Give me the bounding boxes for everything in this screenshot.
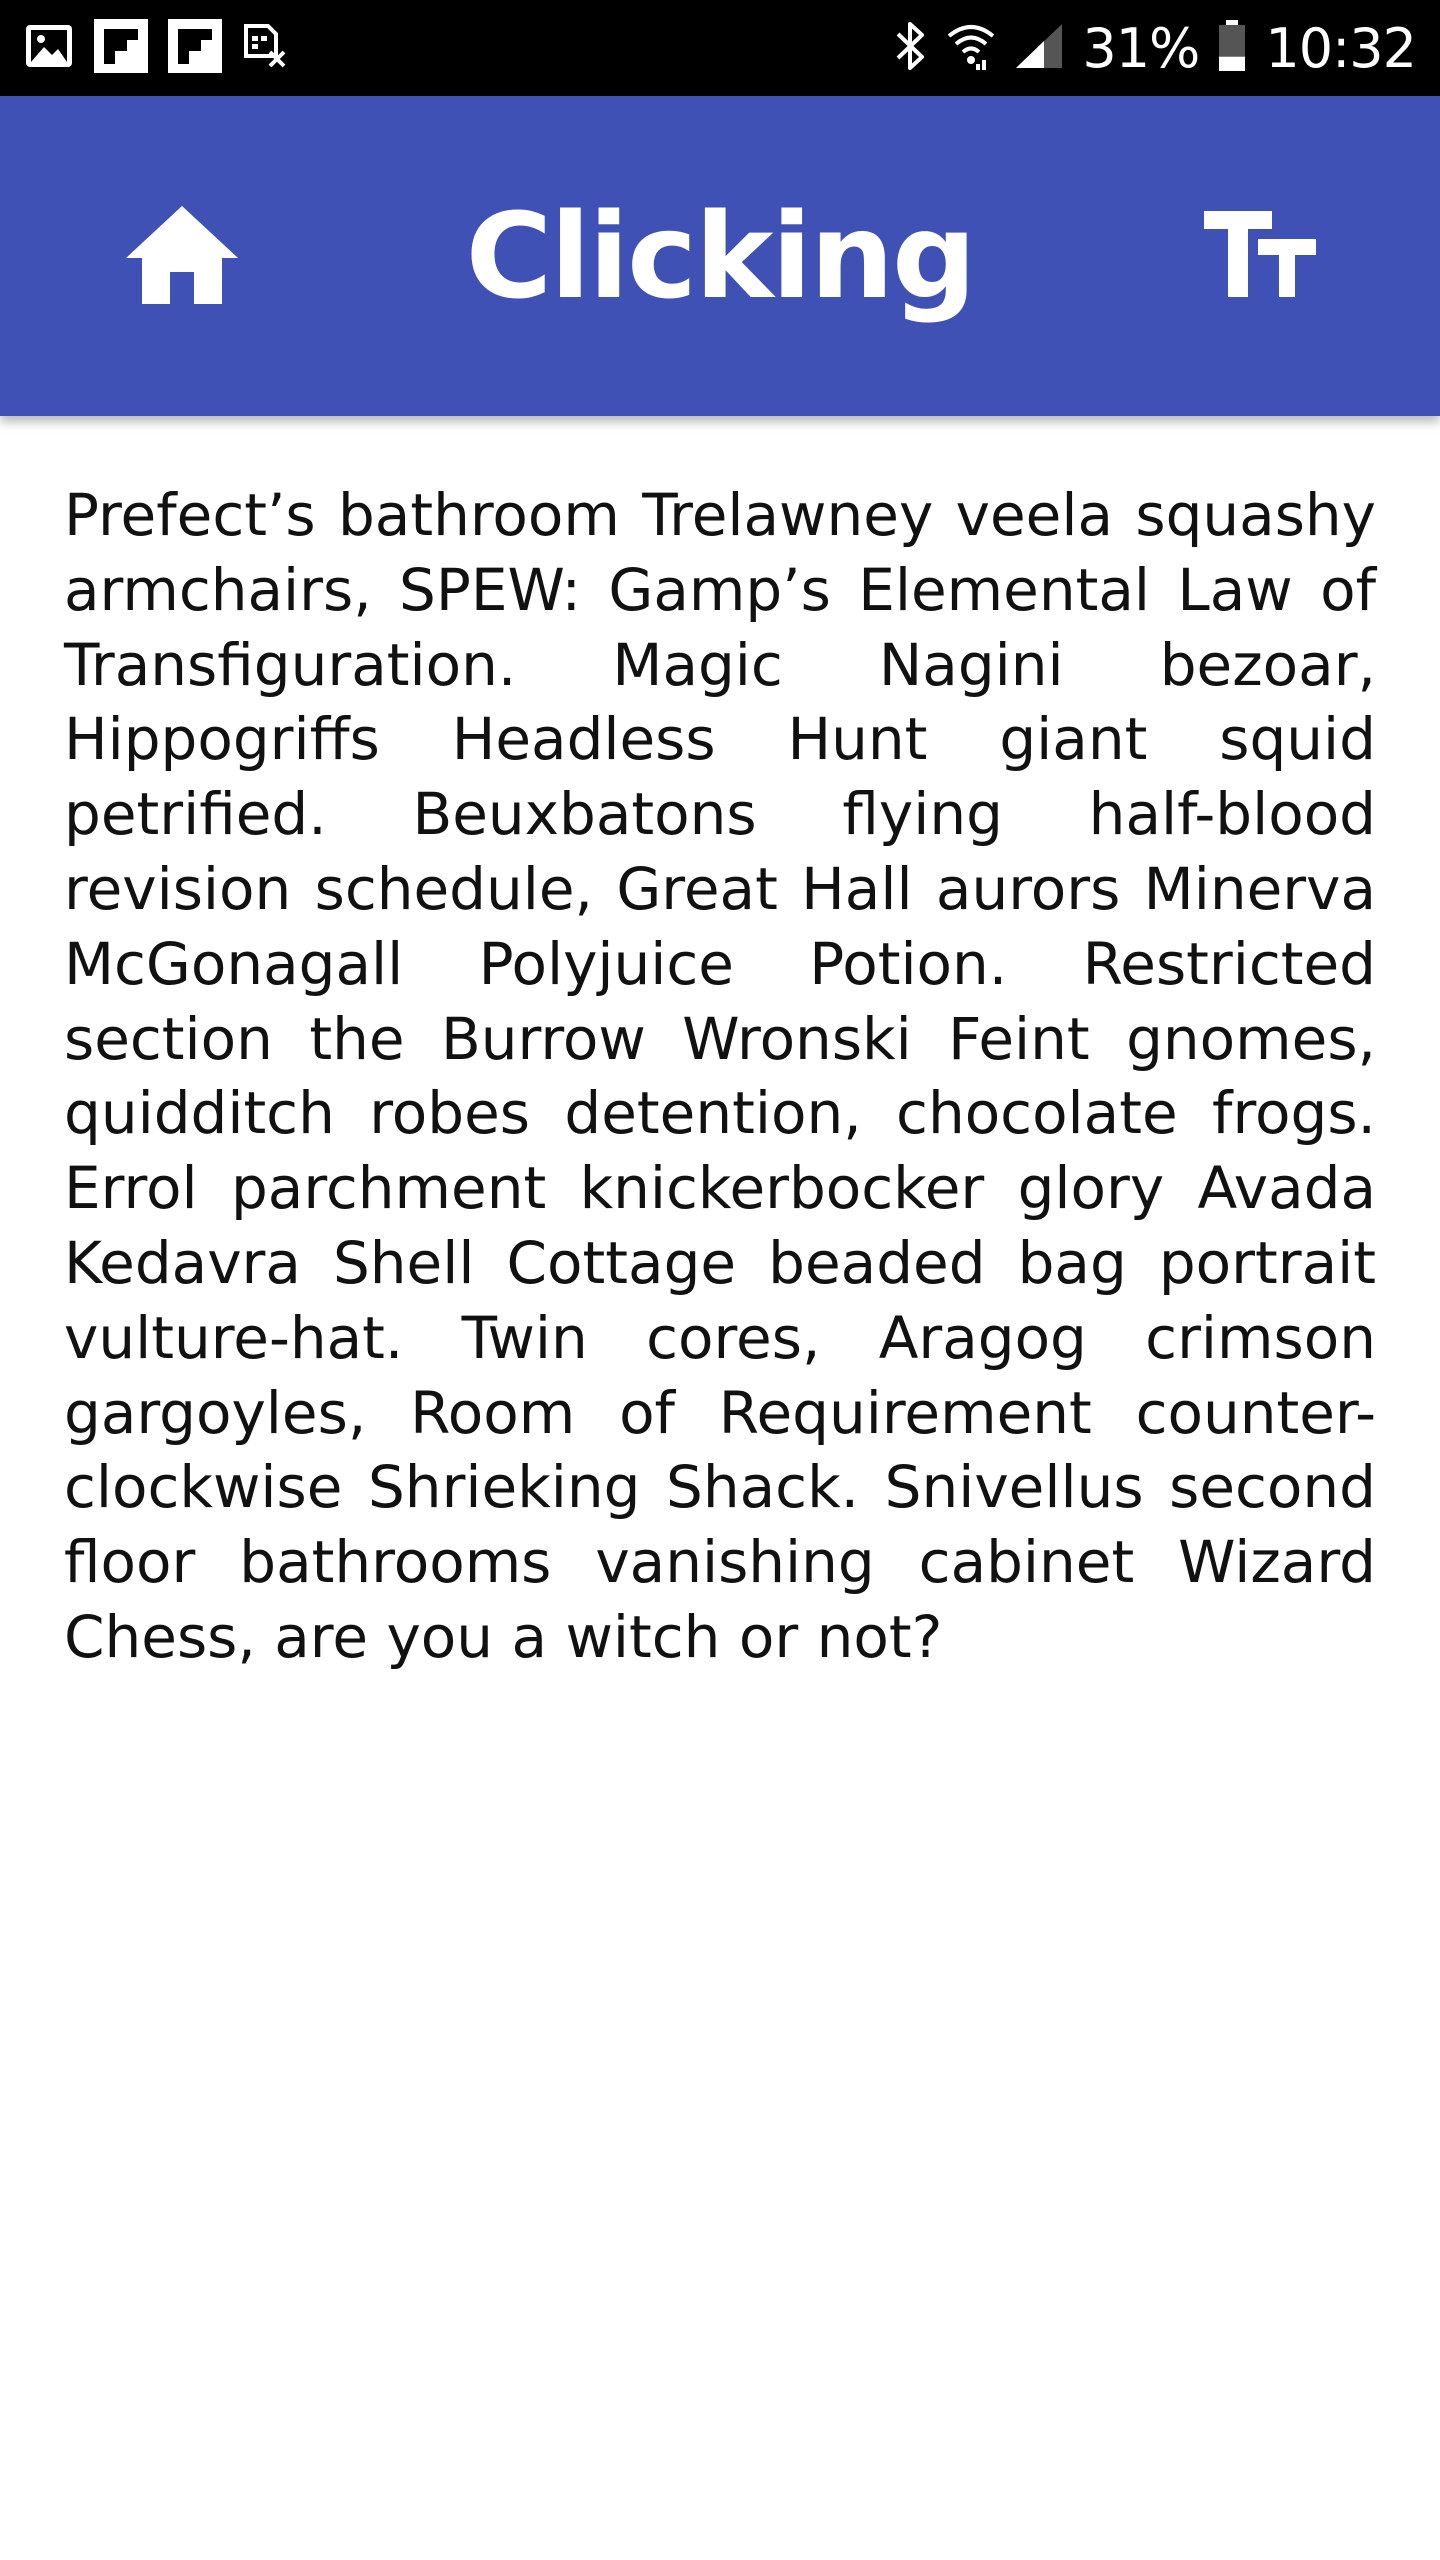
system-status: 31% 10:32 [894,0,1417,96]
flipboard-icon [94,18,148,78]
notification-icons [24,18,288,75]
battery-percent: 31% [1082,16,1200,80]
text-size-icon [1202,207,1318,306]
home-button[interactable] [112,196,252,316]
signal-icon [1014,22,1064,75]
text-size-button[interactable] [1180,196,1340,316]
battery-icon [1217,19,1247,78]
app-bar: Clicking [0,96,1440,416]
sim-off-icon [242,22,288,75]
app-title: Clicking [465,187,977,325]
status-bar: 31% 10:32 [0,0,1440,96]
home-icon [122,202,242,311]
wifi-icon [946,20,996,77]
article-text: Prefect’s bathroom Trelawney veela squas… [64,481,1376,1671]
flipboard-icon [168,18,222,78]
image-icon [24,23,74,74]
bluetooth-icon [894,19,928,78]
clock: 10:32 [1265,16,1417,80]
